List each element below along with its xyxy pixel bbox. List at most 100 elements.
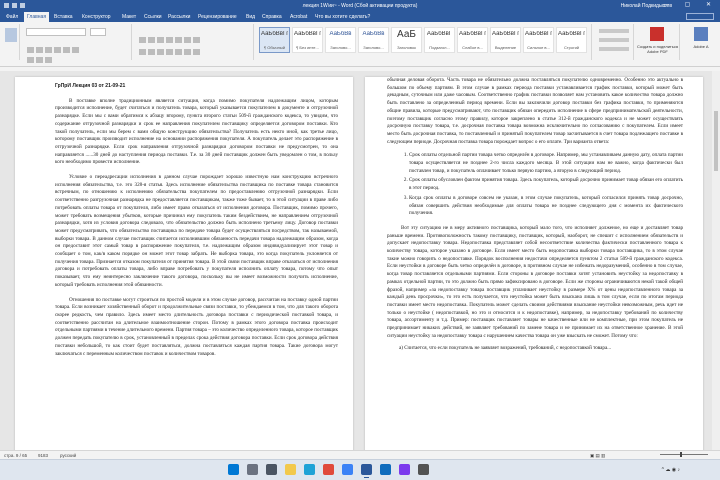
style-preview: АаБбВвГг (294, 31, 321, 37)
align-buttons (138, 42, 201, 60)
tab-help[interactable]: Справка (262, 14, 282, 20)
system-tray[interactable]: ^ ☁ ◉ ♪ (662, 467, 680, 473)
window-title: лекция 1Ⱳии~ - Word (Сбой активации прод… (302, 3, 418, 9)
style-preview: АаБбВв (329, 31, 352, 37)
paragraph: В поставке вполне традиционным является … (55, 97, 338, 166)
mail-icon[interactable] (380, 464, 391, 475)
justify-icon[interactable] (166, 49, 173, 55)
adobe-pdf-group: Создать и поделиться Adobe PDF (636, 24, 680, 60)
style-option[interactable]: АаБбВвГг ¶ Без инте... (292, 27, 323, 53)
scrollbar-thumb[interactable] (714, 111, 718, 171)
tell-me-search[interactable]: Что вы хотите сделать? (315, 14, 370, 20)
vertical-scrollbar[interactable] (712, 71, 720, 450)
superscript-icon[interactable] (72, 47, 79, 53)
windows-icon[interactable] (228, 464, 239, 475)
zoom-knob[interactable] (680, 452, 682, 457)
style-option[interactable]: АаБбВвГг ¶ Обычный (259, 27, 290, 53)
shading-icon[interactable] (184, 49, 191, 55)
ribbon-tabs: Файл Главная Вставка Конструктор Макет С… (0, 11, 720, 22)
numbered-list: Срок оплаты отдельной партии товара четк… (399, 152, 683, 218)
tab-acrobat[interactable]: Acrobat (290, 14, 307, 20)
page-content[interactable]: обычная деловая оборота. Часть товара не… (387, 77, 683, 352)
style-preview: АаБбВвГг (459, 31, 486, 37)
align-right-icon[interactable] (157, 49, 164, 55)
photos-icon[interactable] (399, 464, 410, 475)
style-name: Сильное в... (527, 45, 550, 50)
style-preview: АаБбВвГг (525, 31, 552, 37)
style-option[interactable]: АаБбВв Заголово... (325, 27, 356, 53)
paragraph: обычная деловая оборота. Часть товара не… (387, 77, 683, 145)
style-option[interactable]: АаБ Заголовок (391, 27, 422, 53)
chrome-icon[interactable] (323, 464, 334, 475)
replace-icon[interactable] (599, 38, 629, 42)
find-icon[interactable] (599, 29, 629, 33)
text-effects-icon[interactable] (27, 57, 34, 63)
zoom-slider[interactable] (654, 452, 714, 457)
font-name-select[interactable] (26, 28, 86, 36)
list-item: Когда срок оплаты в договоре совсем не у… (409, 195, 683, 218)
lecture-heading: ГрПрИ Лекция 03 от 21-09-21 (55, 83, 126, 89)
tab-review[interactable]: Рецензирование (198, 14, 237, 20)
style-option[interactable]: АаБбВвГг Слабое в... (457, 27, 488, 53)
highlight-icon[interactable] (36, 57, 43, 63)
style-option[interactable]: АаБбВвГг Выделение (490, 27, 521, 53)
style-option[interactable]: АаБбВвГ Подзагол... (424, 27, 455, 53)
document-page[interactable]: ГрПрИ Лекция 03 от 21-09-21 В поставке в… (15, 77, 353, 450)
strikethrough-icon[interactable] (54, 47, 61, 53)
style-option[interactable]: АаБбВвГг Строгий (556, 27, 587, 53)
align-center-icon[interactable] (148, 49, 155, 55)
style-name: Выделение (494, 45, 517, 50)
task-view-icon[interactable] (266, 464, 277, 475)
adobe-pdf-icon[interactable] (650, 27, 664, 41)
tab-layout[interactable]: Макет (122, 14, 136, 20)
word-icon[interactable] (361, 464, 372, 478)
borders-icon[interactable] (193, 49, 200, 55)
window-controls[interactable]: — ▢ ✕ (663, 1, 718, 8)
paragraph: Условие о переадресации исполнения в дан… (55, 174, 338, 288)
search-icon[interactable] (247, 464, 258, 475)
clipboard-group (2, 24, 20, 60)
tab-home[interactable]: Главная (24, 12, 50, 22)
style-preview: АаБбВвГг (558, 31, 585, 37)
paste-icon[interactable] (5, 28, 17, 42)
edge-icon[interactable] (304, 464, 315, 475)
tab-insert[interactable]: Вставка (54, 14, 73, 20)
page-content[interactable]: ГрПрИ Лекция 03 от 21-09-21 В поставке в… (55, 83, 338, 358)
page-counter[interactable]: стра. 9 / 65 (4, 453, 27, 458)
document-page[interactable]: обычная деловая оборота. Часть товара не… (365, 77, 703, 450)
tab-file[interactable]: Файл (6, 14, 18, 20)
tab-mailings[interactable]: Рассылки (168, 14, 190, 20)
style-name: Заголово... (363, 45, 384, 50)
horizontal-ruler (0, 67, 720, 71)
explorer-icon[interactable] (285, 464, 296, 475)
style-option[interactable]: АаБбВв Заголово... (358, 27, 389, 53)
style-option[interactable]: АаБбВвГг Сильное в... (523, 27, 554, 53)
settings-icon[interactable] (418, 464, 429, 475)
language-indicator[interactable]: русский (60, 453, 76, 458)
tab-design[interactable]: Конструктор (82, 14, 111, 20)
share-button[interactable] (686, 13, 714, 20)
style-name: ¶ Без инте... (296, 45, 319, 50)
tab-references[interactable]: Ссылки (144, 14, 162, 20)
paragraph: Отношения по поставке могут строиться по… (55, 296, 338, 357)
store-icon[interactable] (342, 464, 353, 475)
create-pdf-label[interactable]: Создать и поделиться Adobe PDF (636, 44, 679, 54)
line-spacing-icon[interactable] (175, 49, 182, 55)
word-count[interactable]: 9183 (38, 453, 48, 458)
align-left-icon[interactable] (139, 49, 146, 55)
adobe-addin-icon[interactable] (694, 27, 708, 41)
title-bar: лекция 1Ⱳии~ - Word (Сбой активации прод… (0, 0, 720, 11)
subscript-icon[interactable] (63, 47, 70, 53)
tab-view[interactable]: Вид (246, 14, 255, 20)
font-color-buttons (26, 50, 53, 68)
document-area: ГрПрИ Лекция 03 от 21-09-21 В поставке в… (0, 67, 720, 450)
font-size-select[interactable] (90, 28, 106, 36)
windows-taskbar: ^ ☁ ◉ ♪ (0, 459, 720, 480)
adobe-addin-group: Adobe A (682, 24, 720, 60)
paragraph-group (134, 24, 254, 60)
adobe-addin-label[interactable]: Adobe A (682, 44, 720, 49)
styles-group: АаБбВвГг ¶ Обычный АаБбВвГг ¶ Без инте... Аа… (256, 24, 592, 60)
style-name: Заголовок (397, 45, 416, 50)
select-icon[interactable] (599, 47, 629, 51)
font-color-icon[interactable] (45, 57, 52, 63)
